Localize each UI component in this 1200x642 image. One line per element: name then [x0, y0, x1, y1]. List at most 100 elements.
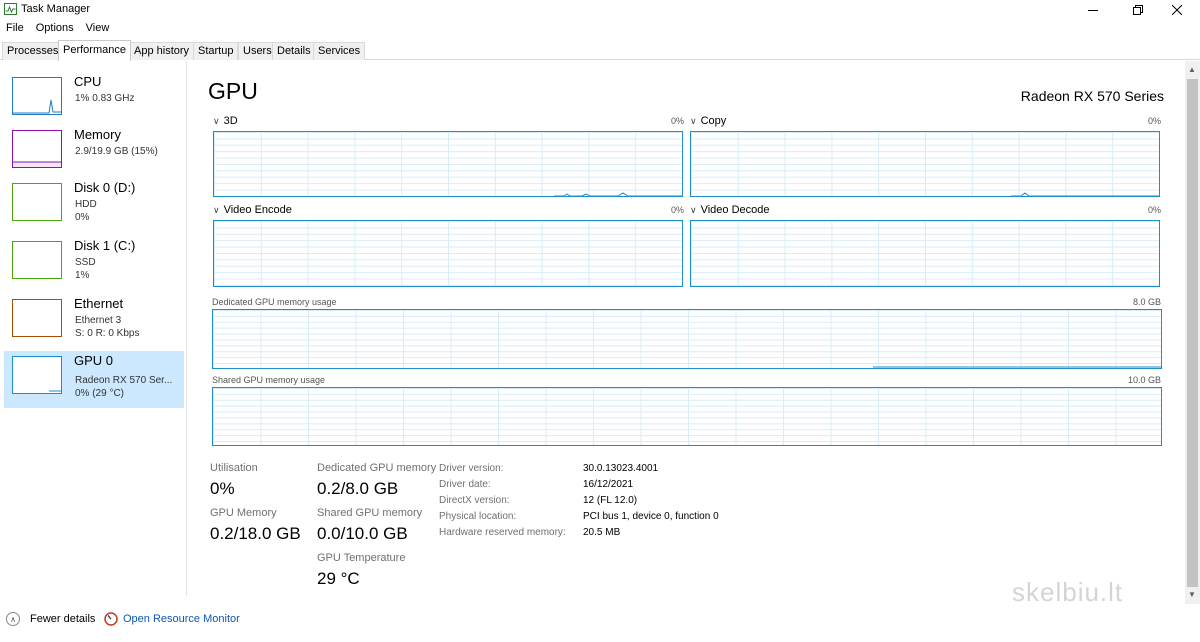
engine-selector-3d[interactable]: ∨ 3D [213, 115, 238, 127]
gpu-memory-value: 0.2/18.0 GB [210, 524, 301, 543]
ethernet-thumbnail-graph [12, 299, 62, 337]
engine-label: 3D [223, 115, 238, 127]
resource-monitor-icon [104, 612, 118, 626]
close-button[interactable] [1154, 0, 1200, 20]
info-value-directx-version: 12 (FL 12.0) [583, 495, 638, 506]
gpu-model-name: Radeon RX 570 Series [1020, 88, 1164, 104]
page-title: GPU [208, 78, 258, 104]
info-label-driver-version: Driver version: [439, 463, 504, 474]
tab-performance[interactable]: Performance [58, 40, 131, 61]
watermark: skelbiu.lt [1012, 577, 1124, 607]
task-manager-icon [4, 3, 17, 15]
sidebar-item-label: Ethernet [74, 296, 124, 311]
sidebar-item-label: Disk 0 (D:) [74, 180, 136, 195]
tab-details[interactable]: Details [272, 42, 316, 60]
engine-label: Copy [700, 115, 727, 127]
close-icon [1172, 5, 1182, 15]
sidebar-item-ethernet[interactable]: Ethernet Ethernet 3 S: 0 R: 0 Kbps [4, 294, 184, 351]
chevron-down-icon: ∨ [690, 116, 697, 126]
engine-graph-copy [690, 131, 1160, 197]
engine-selector-video-encode[interactable]: ∨ Video Encode [213, 204, 292, 216]
shared-memory-graph-label: Shared GPU memory usage [212, 375, 326, 385]
dedicated-memory-value: 0.2/8.0 GB [317, 479, 399, 498]
engine-graph-3d [213, 131, 683, 197]
info-label-physical-location: Physical location: [439, 511, 517, 522]
dedicated-memory-label: Dedicated GPU memory [317, 462, 437, 474]
menu-view[interactable]: View [81, 21, 115, 37]
tab-processes[interactable]: Processes [2, 42, 64, 60]
sidebar-item-detail: Radeon RX 570 Ser... [75, 375, 173, 386]
fewer-details-label: Fewer details [30, 613, 96, 625]
menu-bar: File Options View [0, 21, 116, 37]
open-resource-monitor-link[interactable]: Open Resource Monitor [104, 612, 240, 626]
sidebar-item-memory[interactable]: Memory 2.9/19.9 GB (15%) [4, 125, 184, 182]
scroll-down-icon[interactable]: ▼ [1188, 590, 1196, 599]
minimize-button[interactable] [1070, 0, 1116, 20]
sidebar-item-label: GPU 0 [74, 353, 114, 368]
sidebar-item-detail: S: 0 R: 0 Kbps [75, 328, 140, 339]
gpu-memory-label: GPU Memory [210, 507, 277, 519]
tab-strip: Processes Performance App history Startu… [0, 40, 1200, 61]
sidebar-item-disk-0[interactable]: Disk 0 (D:) HDD 0% [4, 178, 184, 235]
sidebar-item-detail: HDD [75, 199, 97, 210]
chevron-down-icon: ∨ [213, 116, 220, 126]
title-bar: Task Manager [0, 0, 1200, 20]
tab-users[interactable]: Users [238, 42, 277, 60]
gpu-temperature-label: GPU Temperature [317, 552, 406, 564]
engine-percent: 0% [671, 116, 685, 126]
menu-options[interactable]: Options [31, 21, 79, 37]
performance-sidebar: CPU 1% 0.83 GHz Memory 2.9/19.9 GB (15%)… [0, 61, 187, 596]
window-title: Task Manager [21, 3, 91, 15]
shared-memory-value: 0.0/10.0 GB [317, 524, 408, 543]
scroll-thumb[interactable] [1187, 79, 1198, 587]
vertical-scrollbar[interactable]: ▲ ▼ [1185, 61, 1200, 604]
shared-memory-max: 10.0 GB [1128, 375, 1162, 385]
sidebar-item-label: Disk 1 (C:) [74, 238, 136, 253]
sidebar-item-detail: 0% (29 °C) [75, 388, 125, 399]
engine-percent: 0% [1148, 205, 1162, 215]
sidebar-item-detail: 0% [75, 212, 90, 223]
engine-label: Video Decode [700, 204, 770, 216]
disk-1-thumbnail-graph [12, 241, 62, 279]
chevron-up-icon: ∧ [6, 612, 20, 626]
gpu-temperature-value: 29 °C [317, 569, 360, 588]
fewer-details-button[interactable]: ∧ Fewer details [6, 612, 95, 626]
tab-app-history[interactable]: App history [129, 42, 195, 60]
info-value-driver-version: 30.0.13023.4001 [583, 463, 659, 474]
sidebar-item-cpu[interactable]: CPU 1% 0.83 GHz [4, 72, 184, 129]
cpu-thumbnail-graph [12, 77, 62, 115]
gpu-thumbnail-graph [12, 356, 62, 394]
sidebar-item-disk-1[interactable]: Disk 1 (C:) SSD 1% [4, 236, 184, 293]
chevron-down-icon: ∨ [213, 205, 220, 215]
scroll-up-icon[interactable]: ▲ [1188, 65, 1196, 74]
info-label-directx-version: DirectX version: [439, 495, 510, 506]
shared-memory-label: Shared GPU memory [317, 507, 423, 519]
engine-label: Video Encode [223, 204, 292, 216]
utilisation-label: Utilisation [210, 462, 258, 474]
minimize-icon [1088, 10, 1098, 11]
sidebar-item-detail: 1% [75, 270, 90, 281]
restore-icon [1133, 5, 1143, 15]
sidebar-item-label: Memory [74, 127, 121, 142]
memory-thumbnail-graph [12, 130, 62, 168]
dedicated-memory-max: 8.0 GB [1133, 297, 1162, 307]
engine-percent: 0% [1148, 116, 1162, 126]
sidebar-item-gpu-0[interactable]: GPU 0 Radeon RX 570 Ser... 0% (29 °C) [4, 351, 184, 408]
engine-selector-video-decode[interactable]: ∨ Video Decode [690, 204, 770, 216]
chevron-down-icon: ∨ [690, 205, 697, 215]
menu-file[interactable]: File [0, 21, 29, 37]
disk-0-thumbnail-graph [12, 183, 62, 221]
dedicated-memory-graph-label: Dedicated GPU memory usage [212, 297, 337, 307]
info-value-hardware-reserved-memory: 20.5 MB [583, 527, 621, 538]
info-label-driver-date: Driver date: [439, 479, 491, 490]
sidebar-item-detail: Ethernet 3 [75, 315, 122, 326]
info-value-driver-date: 16/12/2021 [583, 479, 634, 490]
engine-graph-video-encode [213, 220, 683, 287]
tab-startup[interactable]: Startup [193, 42, 239, 60]
shared-memory-graph [212, 387, 1162, 446]
engine-selector-copy[interactable]: ∨ Copy [690, 115, 726, 127]
tab-services[interactable]: Services [313, 42, 366, 60]
engine-percent: 0% [671, 205, 685, 215]
open-resource-monitor-label: Open Resource Monitor [123, 613, 240, 625]
info-label-hardware-reserved-memory: Hardware reserved memory: [439, 527, 566, 538]
